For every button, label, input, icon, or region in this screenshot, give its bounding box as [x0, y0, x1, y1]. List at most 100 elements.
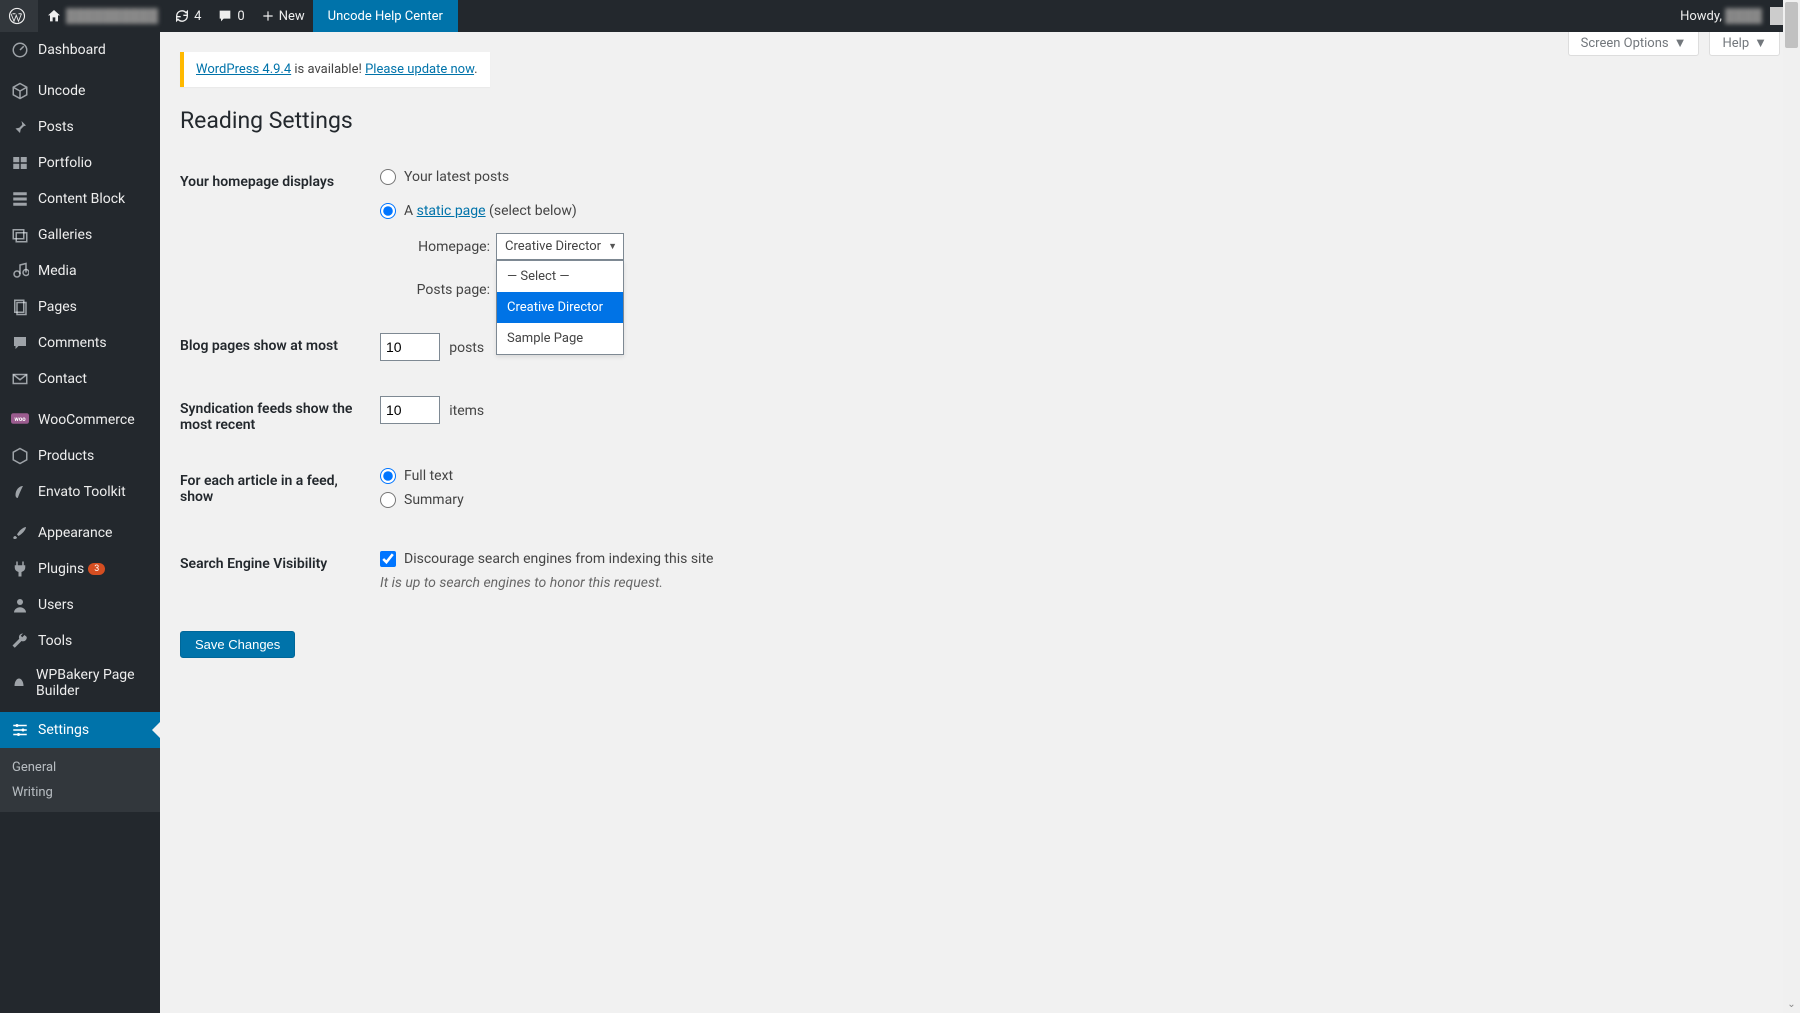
radio-static-page[interactable] [380, 203, 396, 219]
new-link[interactable]: New [253, 0, 313, 32]
chevron-down-icon: ▼ [1754, 35, 1767, 51]
blog-pages-suffix: posts [449, 340, 484, 356]
wp-version-link[interactable]: WordPress 4.9.4 [196, 62, 291, 77]
sidebar-item-posts[interactable]: Posts [0, 109, 160, 145]
screen-options-tab[interactable]: Screen Options ▼ [1568, 32, 1700, 56]
sidebar-item-uncode[interactable]: Uncode [0, 73, 160, 109]
help-center-label: Uncode Help Center [328, 9, 443, 24]
save-button[interactable]: Save Changes [180, 631, 295, 658]
main-content: Screen Options ▼ Help ▼ WordPress 4.9.4 … [160, 32, 1800, 1013]
homepage-select-menu: — Select —Creative DirectorSample Page [496, 260, 624, 355]
wpb-icon [10, 673, 28, 693]
settings-icon [10, 720, 30, 740]
sidebar-item-portfolio[interactable]: Portfolio [0, 145, 160, 181]
notice-tail: . [474, 62, 477, 77]
syndication-label: Syndication feeds show the most recent [180, 381, 380, 453]
radio-full-text[interactable] [380, 468, 396, 484]
pages-icon [10, 297, 30, 317]
sidebar-item-label: WPBakery Page Builder [36, 667, 150, 699]
submenu-item-general[interactable]: General [0, 755, 160, 780]
sidebar-item-tools[interactable]: Tools [0, 623, 160, 659]
scrollbar-thumb[interactable] [1785, 2, 1798, 48]
sidebar-item-label: Comments [38, 335, 107, 351]
syndication-input[interactable] [380, 396, 440, 424]
sidebar-item-settings[interactable]: Settings [0, 712, 160, 748]
admin-sidebar: Dashboard UncodePostsPortfolioContent Blo… [0, 32, 160, 1013]
help-label: Help [1722, 36, 1749, 51]
wp-logo[interactable] [0, 0, 38, 32]
media-icon [10, 261, 30, 281]
homepage-option[interactable]: Creative Director [497, 292, 623, 323]
radio-summary[interactable] [380, 492, 396, 508]
sidebar-item-plugins[interactable]: Plugins3 [0, 551, 160, 587]
sidebar-item-pages[interactable]: Pages [0, 289, 160, 325]
products-icon [10, 446, 30, 466]
submenu-item-writing[interactable]: Writing [0, 780, 160, 805]
comments-link[interactable]: 0 [209, 0, 252, 32]
help-tab[interactable]: Help ▼ [1709, 32, 1780, 56]
sidebar-item-content-block[interactable]: Content Block [0, 181, 160, 217]
chevron-down-icon: ▼ [1674, 35, 1687, 51]
screen-options-label: Screen Options [1581, 36, 1669, 51]
homepage-option[interactable]: — Select — [497, 261, 623, 292]
wrench-icon [10, 631, 30, 651]
new-label: New [279, 9, 305, 24]
svg-text:woo: woo [14, 416, 26, 423]
radio-full-label: Full text [404, 468, 453, 484]
sidebar-item-label: Media [38, 263, 77, 279]
homepage-option[interactable]: Sample Page [497, 323, 623, 354]
seo-discourage-checkbox[interactable] [380, 551, 396, 567]
sidebar-item-label: Tools [38, 633, 72, 649]
radio-latest-posts[interactable] [380, 169, 396, 185]
radio-summary-label: Summary [404, 492, 464, 508]
sidebar-item-contact[interactable]: Contact [0, 361, 160, 397]
blog-pages-input[interactable] [380, 333, 440, 361]
greeting-text: Howdy, [1680, 9, 1722, 24]
sidebar-item-label: Contact [38, 371, 87, 387]
static-page-link[interactable]: static page [417, 203, 486, 219]
envato-icon [10, 482, 30, 502]
comment-icon [217, 8, 233, 24]
wordpress-icon [8, 7, 26, 25]
site-link[interactable]: ██████████ [38, 0, 166, 32]
sidebar-item-label: Envato Toolkit [38, 484, 126, 500]
scrollbar[interactable]: ⌄ [1783, 0, 1800, 1013]
gallery-icon [10, 225, 30, 245]
sidebar-item-appearance[interactable]: Appearance [0, 515, 160, 551]
sidebar-item-media[interactable]: Media [0, 253, 160, 289]
brush-icon [10, 523, 30, 543]
uncode-help-link[interactable]: Uncode Help Center [313, 0, 458, 32]
box-icon [10, 81, 30, 101]
plug-icon [10, 559, 30, 579]
home-icon [46, 8, 62, 24]
sidebar-item-products[interactable]: Products [0, 438, 160, 474]
sidebar-item-label: Users [38, 597, 74, 613]
blog-pages-label: Blog pages show at most [180, 318, 380, 381]
sidebar-item-label: Plugins [38, 561, 84, 577]
pin-icon [10, 117, 30, 137]
sidebar-item-dashboard[interactable]: Dashboard [0, 32, 160, 68]
site-name: ██████████ [66, 8, 158, 24]
homepage-select[interactable]: Creative Director [496, 233, 624, 260]
scroll-down-icon[interactable]: ⌄ [1783, 996, 1800, 1013]
sidebar-item-galleries[interactable]: Galleries [0, 217, 160, 253]
refresh-icon [174, 8, 190, 24]
homepage-select-value: Creative Director [505, 239, 601, 254]
sidebar-item-label: Dashboard [38, 42, 106, 58]
update-now-link[interactable]: Please update now [365, 62, 474, 77]
adminbar: ██████████ 4 0 New Uncode Help Center Ho… [0, 0, 1800, 32]
sidebar-item-woocommerce[interactable]: wooWooCommerce [0, 402, 160, 438]
mail-icon [10, 369, 30, 389]
page-title: Reading Settings [180, 107, 1780, 134]
homepage-select-label: Homepage: [400, 239, 490, 255]
dashboard-icon [10, 40, 30, 60]
sidebar-item-users[interactable]: Users [0, 587, 160, 623]
woo-icon: woo [10, 410, 30, 430]
user-icon [10, 595, 30, 615]
sidebar-item-envato-toolkit[interactable]: Envato Toolkit [0, 474, 160, 510]
seo-visibility-label: Search Engine Visibility [180, 536, 380, 611]
account-link[interactable]: Howdy, ████ [1680, 0, 1800, 32]
sidebar-item-wpbakery-page-builder[interactable]: WPBakery Page Builder [0, 659, 160, 707]
sidebar-item-comments[interactable]: Comments [0, 325, 160, 361]
updates-link[interactable]: 4 [166, 0, 209, 32]
